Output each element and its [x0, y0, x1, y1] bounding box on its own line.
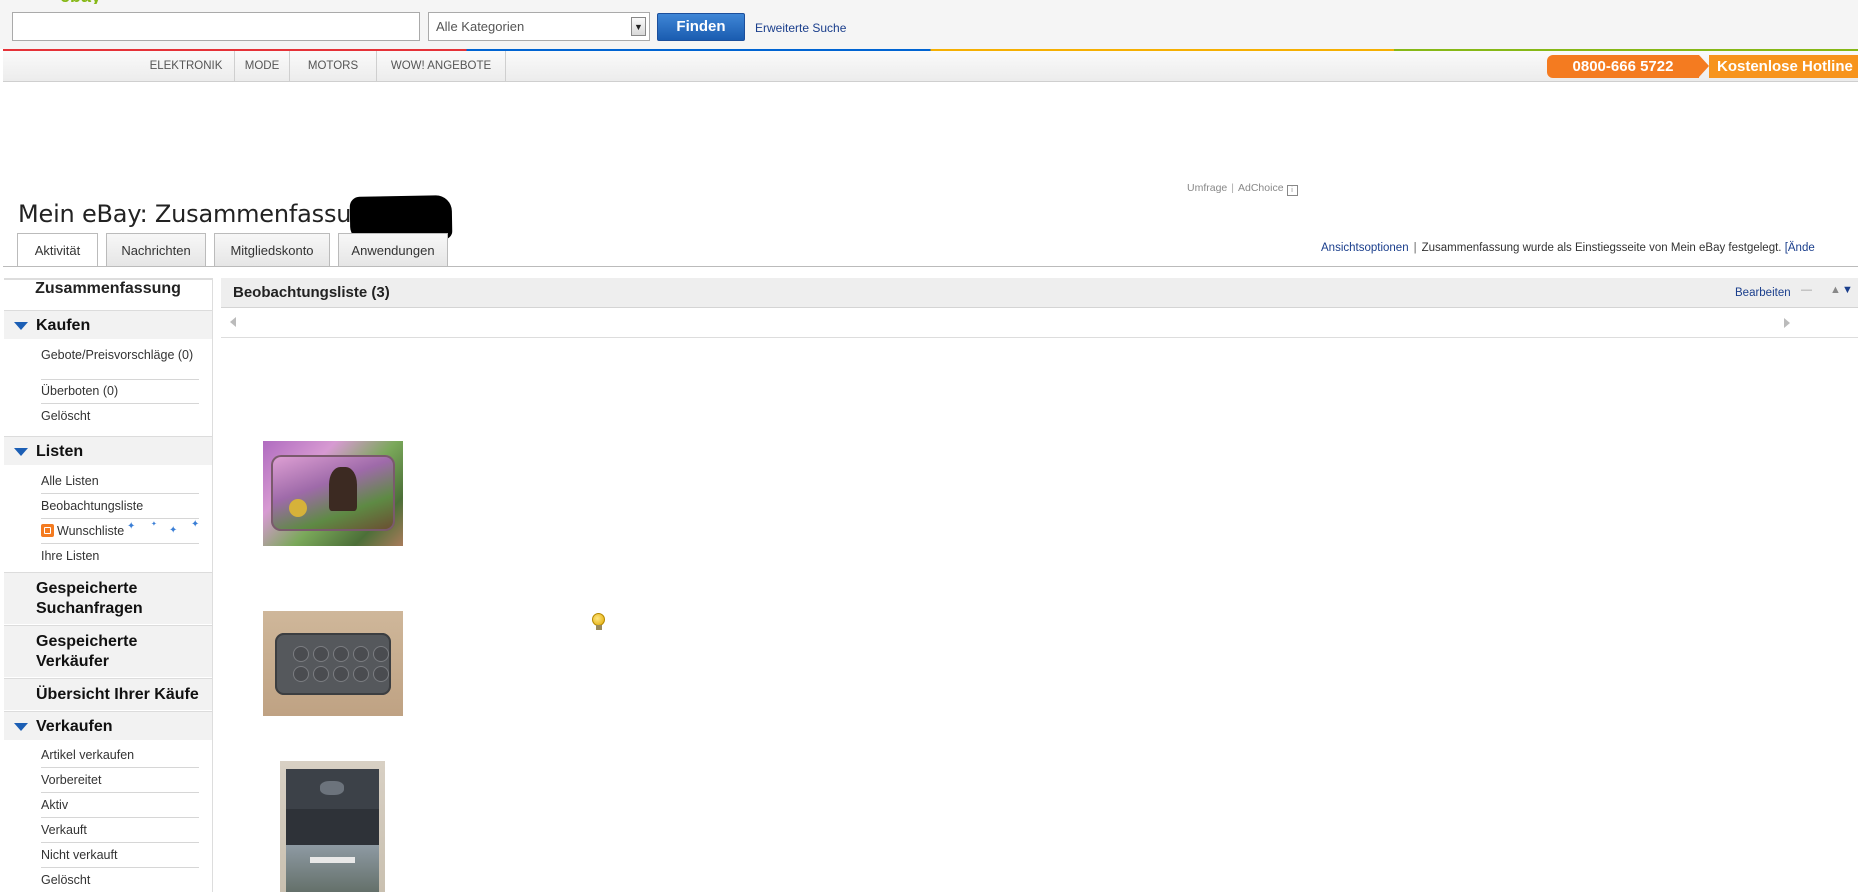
product-photo-detail — [333, 666, 349, 682]
lightbulb-icon[interactable] — [592, 613, 606, 631]
product-photo-detail — [320, 781, 344, 795]
tab-nachrichten[interactable]: Nachrichten — [106, 233, 206, 266]
view-options-separator: | — [1413, 242, 1417, 254]
product-photo-detail — [333, 646, 349, 662]
wishlist-icon — [41, 524, 54, 537]
nav-item-elektronik[interactable]: Elektronik — [138, 51, 235, 81]
find-button[interactable]: Finden — [657, 13, 745, 41]
product-photo — [275, 633, 391, 695]
sidebar-section-verkaufen[interactable]: Verkaufen — [4, 711, 212, 740]
sidebar-item-summary[interactable]: Zusammenfassung — [4, 278, 212, 310]
sidebar-item-ueberboten[interactable]: Überboten (0) — [41, 381, 199, 404]
adchoice-link[interactable]: AdChoice — [1238, 182, 1284, 194]
sidebar-item-nicht-verkauft[interactable]: Nicht verkauft — [41, 845, 199, 868]
sidebar-section-listen[interactable]: Listen — [4, 436, 212, 465]
view-options: Ansichtsoptionen | Zusammenfassung wurde a… — [1321, 242, 1815, 254]
arrow-right-icon — [1699, 55, 1709, 77]
sidebar: Zusammenfassung Kaufen Gebote/Preisvorsc… — [4, 278, 213, 892]
category-select[interactable]: Alle Kategorien ▼ — [428, 12, 650, 41]
view-options-link[interactable]: Ansichtsoptionen — [1321, 242, 1409, 254]
product-photo-detail — [329, 467, 357, 511]
survey-link[interactable]: Umfrage — [1187, 182, 1227, 194]
product-photo-detail — [293, 666, 309, 682]
carousel-next-icon[interactable] — [1784, 318, 1790, 328]
product-photo-detail — [286, 845, 379, 892]
ebay-logo[interactable]: ebay — [60, 0, 120, 4]
search-header: ebay Alle Kategorien ▼ Finden Erweiterte… — [0, 0, 1858, 49]
watchlist-item-image[interactable] — [263, 611, 403, 716]
sidebar-item-alle-listen[interactable]: Alle Listen — [41, 471, 199, 494]
category-select-value: Alle Kategorien — [436, 19, 525, 34]
sparkle-icon: ✦ — [127, 521, 136, 532]
tab-anwendungen[interactable]: Anwendungen — [338, 233, 448, 266]
chevron-down-icon[interactable]: ▼ — [631, 17, 646, 36]
triangle-down-icon[interactable] — [14, 322, 28, 330]
sidebar-item-artikel-verkaufen[interactable]: Artikel verkaufen — [41, 745, 199, 768]
product-photo-detail — [353, 646, 369, 662]
carousel-prev-icon[interactable] — [230, 317, 236, 327]
edit-link[interactable]: Bearbeiten — [1735, 287, 1791, 299]
change-start-page-link[interactable]: [Ände — [1785, 242, 1815, 254]
sidebar-section-label: Listen — [36, 443, 84, 460]
product-photo-detail — [289, 499, 307, 517]
arrow-up-icon[interactable]: ▲ — [1830, 284, 1841, 296]
nav-item-motors[interactable]: Motors — [290, 51, 377, 81]
sidebar-item-vorbereitet[interactable]: Vorbereitet — [41, 770, 199, 793]
watchlist-header: Beobachtungsliste (3) Bearbeiten — ▲ ▼ — [221, 278, 1858, 308]
triangle-down-icon[interactable] — [14, 723, 28, 731]
sidebar-item-saved-sellers[interactable]: Gespeicherte Verkäufer — [4, 625, 212, 677]
page-title: Mein eBay: Zusammenfassung — [18, 200, 382, 228]
product-photo-detail — [310, 857, 355, 863]
sparkle-icon: ✦ — [151, 521, 157, 528]
sparkle-icon: ✦ — [191, 519, 200, 530]
advanced-search-link[interactable]: Erweiterte Suche — [755, 21, 846, 35]
sidebar-item-purchases[interactable]: Übersicht Ihrer Käufe — [4, 678, 212, 710]
product-photo-detail — [313, 646, 329, 662]
search-input[interactable] — [12, 12, 420, 41]
ad-links-separator: | — [1231, 182, 1234, 194]
sidebar-item-verkauft[interactable]: Verkauft — [41, 820, 199, 843]
ad-links: Umfrage | AdChoice i — [1187, 182, 1298, 196]
sidebar-item-gebote[interactable]: Gebote/Preisvorschläge (0) — [41, 347, 199, 380]
tab-aktivitaet[interactable]: Aktivität — [17, 233, 98, 267]
sidebar-item-ihre-listen[interactable]: Ihre Listen — [41, 546, 199, 568]
hotline-label: Kostenlose Hotline — [1709, 55, 1858, 78]
product-photo-detail — [293, 646, 309, 662]
sidebar-section-label: Kaufen — [36, 317, 91, 334]
sidebar-item-label: Wunschliste — [57, 524, 125, 538]
product-photo-detail — [313, 666, 329, 682]
sidebar-section-label: Verkaufen — [36, 718, 113, 735]
arrow-down-icon[interactable]: ▼ — [1842, 284, 1853, 296]
sidebar-item-aktiv[interactable]: Aktiv — [41, 795, 199, 818]
sidebar-item-saved-searches[interactable]: Gespeicherte Suchanfragen — [4, 572, 212, 624]
hotline-number: 0800-666 5722 — [1547, 55, 1699, 78]
tab-mitgliedskonto[interactable]: Mitgliedskonto — [214, 233, 330, 266]
product-photo-detail — [373, 666, 389, 682]
watchlist-carousel-nav — [221, 308, 1858, 338]
sidebar-item-verkaufen-geloescht[interactable]: Gelöscht — [41, 870, 199, 892]
sidebar-section-label: Übersicht Ihrer Käufe — [36, 686, 199, 703]
watchlist-title[interactable]: Beobachtungsliste (3) — [233, 284, 390, 301]
triangle-down-icon[interactable] — [14, 448, 28, 456]
sidebar-section-label: Gespeicherte Verkäufer — [36, 633, 138, 670]
product-photo-detail — [373, 646, 389, 662]
product-photo-detail — [353, 666, 369, 682]
minus-icon[interactable]: — — [1801, 284, 1812, 296]
sidebar-item-wunschliste[interactable]: Wunschliste ✦ ✦ ✦ ✦ — [41, 519, 199, 544]
watchlist-item-image[interactable] — [263, 441, 403, 546]
nav-item-wow-angebote[interactable]: WOW! Angebote — [377, 51, 506, 81]
start-page-note: Zusammenfassung wurde als Einstiegsseite… — [1421, 242, 1782, 254]
sparkle-icon: ✦ — [169, 525, 178, 536]
sidebar-item-beobachtungsliste[interactable]: Beobachtungsliste — [41, 496, 199, 519]
hotline-banner[interactable]: 0800-666 5722 Kostenlose Hotline — [1547, 55, 1858, 78]
adchoice-icon[interactable]: i — [1286, 185, 1298, 196]
nav-item-mode[interactable]: Mode — [235, 51, 290, 81]
sidebar-section-label: Gespeicherte Suchanfragen — [36, 580, 143, 617]
sidebar-section-kaufen[interactable]: Kaufen — [4, 310, 212, 339]
watchlist-item-image[interactable] — [280, 761, 385, 892]
sidebar-item-geloescht[interactable]: Gelöscht — [41, 406, 199, 428]
tabs-divider — [3, 266, 1858, 267]
